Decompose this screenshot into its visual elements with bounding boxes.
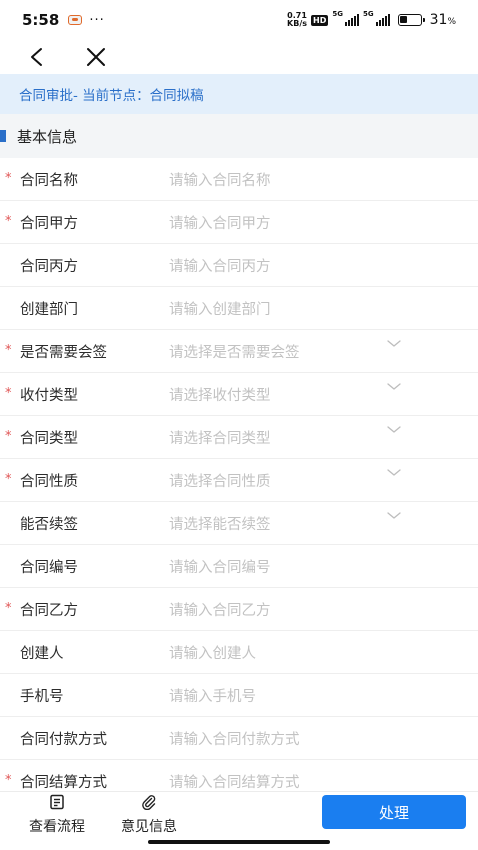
field-input[interactable]: 请输入手机号 xyxy=(169,685,256,706)
field-select[interactable]: 请选择合同性质 xyxy=(169,470,271,491)
close-icon[interactable] xyxy=(84,45,108,69)
required-mark: * xyxy=(5,386,12,401)
opinion-button[interactable]: 意见信息 xyxy=(114,792,184,836)
field-input[interactable]: 请输入合同乙方 xyxy=(169,599,271,620)
status-time: 5:58 xyxy=(22,11,60,29)
opinion-label: 意见信息 xyxy=(121,819,177,835)
chevron-down-icon[interactable] xyxy=(387,511,401,521)
contract-form: * 合同名称 请输入合同名称 * 合同甲方 请输入合同甲方 合同丙方 请输入合同丙方 创建部门请… xyxy=(0,158,478,803)
network-speed: 0.71 KB/s xyxy=(287,11,308,28)
chevron-down-icon[interactable] xyxy=(387,425,401,435)
field-input[interactable]: 请输入合同甲方 xyxy=(169,212,271,233)
more-notifications-icon: ··· xyxy=(89,12,105,28)
field-select[interactable]: 请选择合同类型 xyxy=(169,427,271,448)
chevron-down-icon[interactable] xyxy=(387,339,401,349)
field-label: 合同名称 xyxy=(20,172,78,189)
view-flow-button[interactable]: 查看流程 xyxy=(23,792,91,836)
field-label: 合同结算方式 xyxy=(20,774,107,791)
field-label: 合同性质 xyxy=(20,473,78,490)
form-select-row[interactable]: * 是否需要会签 请选择是否需要会签 xyxy=(0,330,478,373)
hd-badge: HD xyxy=(311,14,329,26)
form-input-row[interactable]: * 合同名称 请输入合同名称 xyxy=(0,158,478,201)
form-input-row[interactable]: 创建人 请输入创建人 xyxy=(0,631,478,674)
app-notification-icon xyxy=(68,15,83,25)
field-input[interactable]: 请输入创建部门 xyxy=(169,298,271,319)
field-input[interactable]: 请输入合同结算方式 xyxy=(169,771,300,792)
required-mark: * xyxy=(5,429,12,444)
chevron-down-icon[interactable] xyxy=(387,382,401,392)
field-label: 创建部门 xyxy=(20,301,78,318)
section-marker xyxy=(0,130,6,142)
form-input-row[interactable]: 合同付款方式 请输入合同付款方式 xyxy=(0,717,478,760)
workflow-node-banner: 合同审批- 当前节点：合同拟稿 xyxy=(0,74,478,114)
section-header: 基本信息 xyxy=(0,114,478,158)
field-input[interactable]: 请输入合同丙方 xyxy=(169,255,271,276)
field-label: 合同类型 xyxy=(20,430,78,447)
battery-percent: 31% xyxy=(429,12,456,28)
field-label: 合同付款方式 xyxy=(20,731,107,748)
field-label: 合同编号 xyxy=(20,559,78,576)
required-mark: * xyxy=(5,343,12,358)
form-input-row[interactable]: 手机号 请输入手机号 xyxy=(0,674,478,717)
home-indicator[interactable] xyxy=(148,840,330,844)
paperclip-icon xyxy=(142,795,156,810)
network-type-1: 5G xyxy=(332,10,343,18)
field-label: 创建人 xyxy=(20,645,64,662)
field-label: 手机号 xyxy=(20,688,64,705)
form-input-row[interactable]: 创建部门 请输入创建部门 xyxy=(0,287,478,330)
required-mark: * xyxy=(5,472,12,487)
field-input[interactable]: 请输入合同名称 xyxy=(169,169,271,190)
field-input[interactable]: 请输入创建人 xyxy=(169,642,256,663)
nav-bar xyxy=(0,40,478,74)
chevron-down-icon[interactable] xyxy=(387,468,401,478)
field-input[interactable]: 请输入合同付款方式 xyxy=(169,728,300,749)
form-select-row[interactable]: * 合同性质 请选择合同性质 xyxy=(0,459,478,502)
field-select[interactable]: 请选择收付类型 xyxy=(169,384,271,405)
field-select[interactable]: 请选择能否续签 xyxy=(169,513,271,534)
field-label: 是否需要会签 xyxy=(20,344,107,361)
required-mark: * xyxy=(5,601,12,616)
form-input-row[interactable]: * 合同乙方 请输入合同乙方 xyxy=(0,588,478,631)
battery-icon xyxy=(397,14,425,26)
section-title: 基本信息 xyxy=(17,127,78,146)
required-mark: * xyxy=(5,773,12,788)
field-select[interactable]: 请选择是否需要会签 xyxy=(169,341,300,362)
view-flow-label: 查看流程 xyxy=(29,819,85,835)
form-input-row[interactable]: 合同编号 请输入合同编号 xyxy=(0,545,478,588)
signal-icon xyxy=(375,14,390,26)
field-input[interactable]: 请输入合同编号 xyxy=(169,556,271,577)
required-mark: * xyxy=(5,214,12,229)
document-icon xyxy=(50,794,64,810)
banner-text: 合同审批- 当前节点：合同拟稿 xyxy=(19,88,204,104)
field-label: 合同丙方 xyxy=(20,258,78,275)
chevron-left-icon[interactable] xyxy=(26,46,48,68)
field-label: 合同甲方 xyxy=(20,215,78,232)
form-select-row[interactable]: 能否续签 请选择能否续签 xyxy=(0,502,478,545)
network-type-2: 5G xyxy=(362,10,374,18)
field-label: 合同乙方 xyxy=(20,602,78,619)
form-select-row[interactable]: * 收付类型 请选择收付类型 xyxy=(0,373,478,416)
status-bar: 5:58 ··· 0.71 KB/s HD 5G 5G 31% xyxy=(0,0,478,40)
form-select-row[interactable]: * 合同类型 请选择合同类型 xyxy=(0,416,478,459)
field-label: 收付类型 xyxy=(20,387,78,404)
signal-icon xyxy=(344,14,359,26)
handle-button[interactable]: 处理 xyxy=(322,795,466,829)
required-mark: * xyxy=(5,171,12,186)
form-input-row[interactable]: 合同丙方 请输入合同丙方 xyxy=(0,244,478,287)
field-label: 能否续签 xyxy=(20,516,78,533)
form-input-row[interactable]: * 合同甲方 请输入合同甲方 xyxy=(0,201,478,244)
